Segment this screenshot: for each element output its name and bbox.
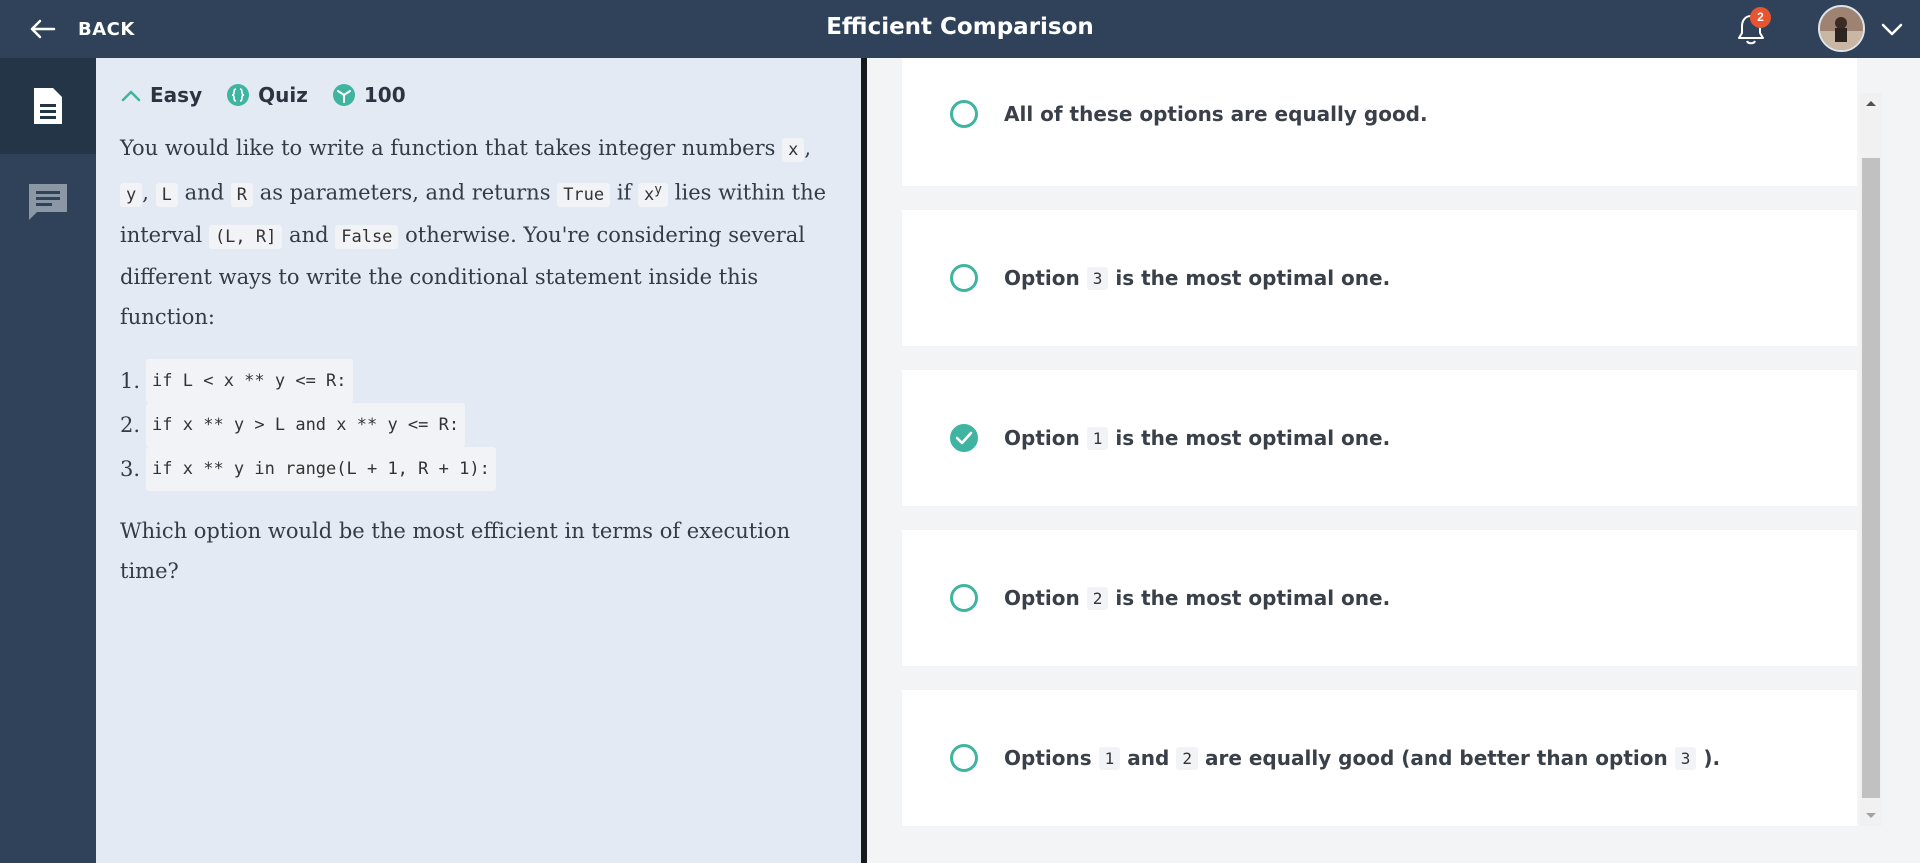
scrollbar-thumb[interactable] <box>1862 158 1880 798</box>
rail-item-discussion[interactable] <box>0 154 96 250</box>
inline-code: 3 <box>1086 266 1109 290</box>
desc-text: and <box>184 180 225 205</box>
radio-button[interactable] <box>950 100 978 128</box>
list-number: 3. <box>120 456 141 481</box>
problem-panel: Easy Quiz 100 You would like to write a … <box>96 58 861 863</box>
inline-code-power: xy <box>638 182 669 207</box>
problem-meta: Easy Quiz 100 <box>120 82 837 108</box>
code-options-list: 1. if L < x ** y <= R: 2. if x ** y > L an… <box>120 358 837 491</box>
list-number: 1. <box>120 368 141 393</box>
braces-icon <box>227 84 250 106</box>
scroll-down-arrow-icon[interactable] <box>1860 806 1882 826</box>
answer-label: Option 1 is the most optimal one. <box>1004 426 1390 450</box>
points-tag: 100 <box>332 83 406 107</box>
power-base: x <box>644 184 655 205</box>
chat-icon <box>29 184 67 220</box>
inline-code: 1 <box>1086 426 1109 450</box>
answer-text: Option <box>1004 266 1080 290</box>
list-item: 1. if L < x ** y <= R: <box>120 358 837 403</box>
option-code: if x ** y > L and x ** y <= R: <box>146 402 466 447</box>
question-text: Which option would be the most efficient… <box>120 518 791 583</box>
desc-text: as parameters, and returns <box>259 180 551 205</box>
type-label: Quiz <box>258 83 308 107</box>
radio-button-checked[interactable] <box>950 424 978 452</box>
answer-option[interactable]: Option 3 is the most optimal one. <box>902 210 1857 346</box>
document-icon <box>34 88 62 124</box>
radio-button[interactable] <box>950 584 978 612</box>
points-icon <box>332 84 355 106</box>
list-number: 2. <box>120 412 141 437</box>
desc-text: if <box>616 180 632 205</box>
rail-item-problem[interactable] <box>0 58 96 154</box>
inline-code: 3 <box>1674 746 1697 770</box>
scrollbar[interactable] <box>1860 93 1882 826</box>
points-label: 100 <box>363 83 406 107</box>
answer-label: Option 3 is the most optimal one. <box>1004 266 1390 290</box>
inline-code: 2 <box>1176 746 1198 770</box>
answer-label: Option 2 is the most optimal one. <box>1004 586 1390 610</box>
answer-option[interactable]: All of these options are equally good. <box>902 58 1857 186</box>
inline-code: 1 <box>1098 746 1121 770</box>
radio-button[interactable] <box>950 744 978 772</box>
answers-panel: All of these options are equally good. O… <box>867 58 1920 863</box>
inline-code: x <box>782 138 805 162</box>
scroll-up-arrow-icon[interactable] <box>1860 93 1882 113</box>
inline-code: y <box>120 182 143 207</box>
inline-code: (L, R] <box>208 224 283 249</box>
answer-text: All of these options are equally good. <box>1004 102 1428 126</box>
desc-text: , <box>142 180 149 205</box>
answer-option[interactable]: Option 2 is the most optimal one. <box>902 530 1857 666</box>
inline-code: R <box>230 182 253 207</box>
answer-option-selected[interactable]: Option 1 is the most optimal one. <box>902 370 1857 506</box>
inline-code: True <box>557 182 611 207</box>
icon-rail <box>0 58 96 863</box>
list-item: 2. if x ** y > L and x ** y <= R: <box>120 402 837 447</box>
power-exponent: y <box>654 182 663 197</box>
answer-label: All of these options are equally good. <box>1004 102 1428 126</box>
difficulty-tag: Easy <box>120 83 202 107</box>
option-code: if L < x ** y <= R: <box>146 358 353 403</box>
difficulty-label: Easy <box>150 83 203 107</box>
avatar[interactable] <box>1818 5 1865 52</box>
option-code: if x ** y in range(L + 1, R + 1): <box>146 446 496 491</box>
answer-text: and <box>1127 746 1170 770</box>
answer-text: Option <box>1004 426 1080 450</box>
answer-text: is the most optimal one. <box>1115 586 1391 610</box>
problem-description: You would like to write a function that … <box>120 128 837 337</box>
inline-code: 2 <box>1086 586 1109 610</box>
desc-text: , <box>804 136 812 160</box>
type-tag: Quiz <box>226 83 308 107</box>
checkmark-icon <box>955 431 973 445</box>
inline-code: False <box>335 224 399 249</box>
answer-text: ). <box>1703 746 1721 770</box>
avatar-image-icon <box>1820 7 1863 50</box>
answer-text: Options <box>1004 746 1092 770</box>
notification-badge: 2 <box>1750 7 1771 28</box>
radio-button[interactable] <box>950 264 978 292</box>
chevron-up-icon <box>121 90 141 102</box>
answer-text: is the most optimal one. <box>1115 266 1391 290</box>
answer-text: is the most optimal one. <box>1115 426 1391 450</box>
answer-text: Option <box>1004 586 1080 610</box>
chevron-down-icon[interactable] <box>1880 19 1904 39</box>
page-title: Efficient Comparison <box>826 14 1094 40</box>
inline-code: L <box>155 182 178 207</box>
top-bar: BACK Efficient Comparison 2 <box>0 0 1920 58</box>
desc-text: and <box>289 222 329 247</box>
list-item: 3. if x ** y in range(L + 1, R + 1): <box>120 446 837 491</box>
desc-text: You would like to write a function that … <box>120 136 776 160</box>
answer-label: Options 1 and 2 are equally good (and be… <box>1004 746 1720 770</box>
answer-text: are equally good (and better than option <box>1204 746 1668 770</box>
answer-option[interactable]: Options 1 and 2 are equally good (and be… <box>902 690 1857 826</box>
